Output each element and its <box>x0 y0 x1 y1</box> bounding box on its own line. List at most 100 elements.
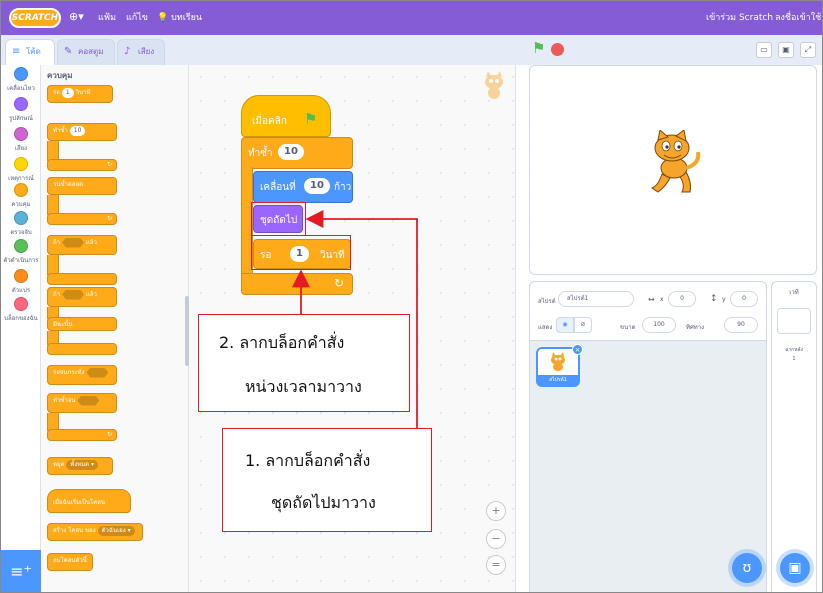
category-events[interactable]: เหตุการณ์ <box>1 157 41 183</box>
sprite-card-name: สไปรต์1 <box>538 375 578 385</box>
highlight-wait-block <box>251 235 351 270</box>
direction-label: ทิศทาง <box>686 324 705 331</box>
palette-wait-unit: วินาที <box>75 89 91 96</box>
join-scratch-link[interactable]: เข้าร่วม Scratch <box>706 10 773 26</box>
small-stage-button[interactable]: ▭ <box>756 42 772 58</box>
speaker-icon: ♪ <box>124 46 131 57</box>
category-sensing[interactable]: ตรวจจับ <box>1 211 41 237</box>
palette-stop-dropdown[interactable]: ทั้งหมด ▾ <box>66 460 98 470</box>
palette-if-else-label: ถ้า <box>53 291 61 298</box>
small-stage-icon: ▭ <box>760 45 768 54</box>
menu-tutorials-label: บทเรียน <box>171 13 203 23</box>
show-hidden-button[interactable]: ⊘ <box>574 317 592 333</box>
stage-selector-panel[interactable]: เวที ฉากหลัง 1 <box>771 281 817 592</box>
size-input[interactable]: 100 <box>642 317 676 333</box>
sprite-card[interactable]: สไปรต์1 × <box>536 344 583 387</box>
loop-arrow-icon: ↻ <box>106 161 112 168</box>
delete-sprite-button[interactable]: × <box>572 344 583 355</box>
palette-wait-input[interactable]: 1 <box>61 88 74 98</box>
stage-header: ⚑ ▭ ▣ ⤢ <box>516 35 822 65</box>
palette-forever-top: วนซ้ำตลอด <box>47 177 117 195</box>
add-extension-button[interactable]: ≡⁺ <box>1 550 41 592</box>
fullscreen-button[interactable]: ⤢ <box>800 42 816 58</box>
backdrop-icon: ▣ <box>788 560 802 576</box>
palette-repeat-bottom: ↻ <box>47 159 117 171</box>
category-motion[interactable]: เคลื่อนไหว <box>1 67 41 93</box>
palette-create-clone-block[interactable]: สร้าง โคลน ของ ตัวฉันเอง ▾ <box>47 523 143 541</box>
palette-clone-start-hat[interactable]: เมื่อฉันเริ่มเป็นโคลน <box>47 489 131 513</box>
category-my-blocks-label: บล็อกของฉัน <box>4 315 38 322</box>
zoom-in-button[interactable]: + <box>486 501 506 521</box>
choose-backdrop-button[interactable]: ▣ <box>780 553 810 583</box>
category-operators[interactable]: ตัวดำเนินการ <box>1 239 41 265</box>
palette-stop-block[interactable]: หยุด ทั้งหมด ▾ <box>47 457 113 475</box>
menu-edit[interactable]: แก้ไข <box>126 10 148 26</box>
show-visible-button[interactable]: ◉ <box>556 317 574 333</box>
palette-if-label: ถ้า <box>53 239 61 246</box>
zoom-out-icon: − <box>491 532 501 545</box>
step2-line1: 2. ลากบล็อกคำสั่ง <box>219 333 345 352</box>
category-motion-dot <box>14 67 28 81</box>
category-my-blocks[interactable]: บล็อกของฉัน <box>1 297 41 323</box>
stage-thumbnail[interactable] <box>777 308 811 334</box>
menu-tutorials[interactable]: 💡 บทเรียน <box>157 10 202 26</box>
palette-forever-bottom: ↻ <box>47 213 117 225</box>
choose-sprite-button[interactable]: ʊ <box>732 553 762 583</box>
sign-in-link[interactable]: ลงชื่อเข้าใช้ <box>775 10 821 26</box>
repeat-count-input[interactable]: 10 <box>278 144 304 160</box>
palette-wait-until-slot[interactable] <box>86 367 109 378</box>
stop-button[interactable] <box>551 43 564 56</box>
tab-code[interactable]: ≡ โค้ด <box>5 39 55 65</box>
step2-line2: หน่วงเวลามาวาง <box>245 377 362 396</box>
stage-canvas[interactable] <box>529 65 817 275</box>
tab-sounds[interactable]: ♪ เสียง <box>117 39 165 65</box>
x-input[interactable]: 0 <box>668 291 696 307</box>
palette-if-else-condition-slot[interactable] <box>62 289 85 300</box>
tab-costumes-label: คอสตูม <box>78 47 104 56</box>
tab-costumes[interactable]: ✎ คอสตูม <box>57 39 115 65</box>
step1-annotation: 1. ลากบล็อกคำสั่ง ชุดถัดไปมาวาง <box>222 428 432 532</box>
loop-arrow-icon: ↻ <box>333 276 344 290</box>
category-events-label: เหตุการณ์ <box>8 175 34 182</box>
zoom-reset-button[interactable]: = <box>486 555 506 575</box>
palette-create-clone-label: สร้าง โคลน ของ <box>53 527 96 534</box>
brush-icon: ✎ <box>64 46 73 57</box>
menu-file[interactable]: แฟ้ม <box>98 10 116 26</box>
block-palette: ควบคุม รอ 1 วินาที ทำซ้ำ 10 ↻ วนซ้ำตลอด ↻ ถ… <box>41 65 189 592</box>
category-motion-label: เคลื่อนไหว <box>7 85 35 92</box>
category-operators-label: ตัวดำเนินการ <box>3 257 39 264</box>
sprite-name-input[interactable]: สไปรต์1 <box>558 291 634 307</box>
palette-repeat-input[interactable]: 10 <box>69 126 86 136</box>
move-steps-input[interactable]: 10 <box>304 178 330 194</box>
backdrops-label: ฉากหลัง <box>784 347 804 353</box>
palette-if-arm <box>47 255 59 275</box>
tab-code-label: โค้ด <box>26 47 41 56</box>
zoom-out-button[interactable]: − <box>486 529 506 549</box>
category-sound[interactable]: เสียง <box>1 127 41 153</box>
scratch-logo[interactable]: SCRATCH <box>9 8 61 28</box>
when-flag-clicked-hat[interactable]: เมื่อคลิก ⚑ <box>241 95 331 137</box>
y-input[interactable]: 0 <box>730 291 758 307</box>
palette-repeat-until-slot[interactable] <box>77 395 100 406</box>
category-variables-dot <box>14 269 28 283</box>
palette-if-condition-slot[interactable] <box>62 237 85 248</box>
language-globe-icon[interactable]: ⊕▾ <box>69 9 84 25</box>
move-steps-block[interactable]: เคลื่อนที่ 10 ก้าว <box>253 171 353 203</box>
category-looks[interactable]: รูปลักษณ์ <box>1 97 41 123</box>
category-variables[interactable]: ตัวแปร <box>1 269 41 295</box>
direction-input[interactable]: 90 <box>724 317 758 333</box>
palette-if-then-label: แล้ว <box>86 239 97 246</box>
palette-if-else-bottom <box>47 343 117 355</box>
large-stage-button[interactable]: ▣ <box>778 42 794 58</box>
palette-wait-block[interactable]: รอ 1 วินาที <box>47 85 113 103</box>
palette-else-label: มิฉะนั้น <box>47 317 117 331</box>
category-control[interactable]: ควบคุม <box>1 183 41 209</box>
category-events-dot <box>14 157 28 171</box>
repeat-block[interactable]: ทำซ้ำ 10 <box>241 137 353 169</box>
palette-wait-until-block[interactable]: รอจนกระทั่ง <box>47 365 117 385</box>
current-sprite-cat-icon <box>485 71 503 99</box>
green-flag-button[interactable]: ⚑ <box>532 39 545 57</box>
palette-delete-clone-block[interactable]: ลบโคลนตัวนี้ <box>47 553 93 571</box>
category-sound-label: เสียง <box>14 145 28 152</box>
palette-create-clone-dropdown[interactable]: ตัวฉันเอง ▾ <box>97 526 135 536</box>
